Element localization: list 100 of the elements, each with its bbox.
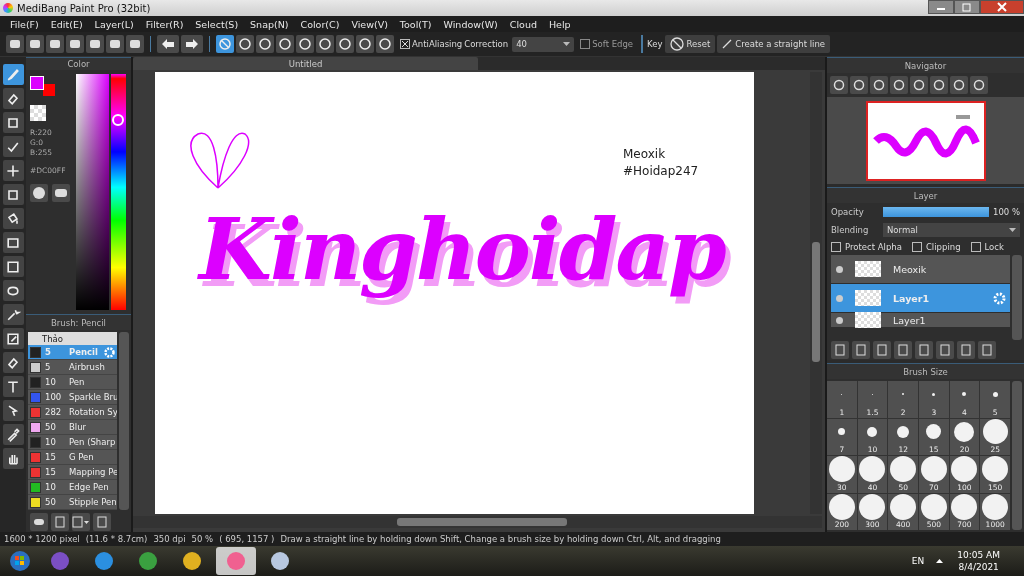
panel-title: Navigator [904,60,947,71]
visibility-dot-icon[interactable] [836,294,843,302]
canvas-text: Meoxik [623,146,667,163]
primary-color-swatch[interactable] [30,76,44,90]
document-icon[interactable] [93,513,111,531]
visibility-dot-icon[interactable] [836,316,843,324]
maximize-button[interactable] [954,0,980,14]
text-icon[interactable] [2,376,24,397]
brush-size: 15 [45,452,57,463]
menu-item[interactable]: File(F) [4,18,45,30]
brush-name: Sparkle Bru [69,392,117,403]
checkbox[interactable] [970,242,981,252]
brush-name: Edge Pen [69,482,109,493]
menu-item[interactable]: Snap(N) [244,18,295,30]
checkbox[interactable] [831,242,841,252]
menu-item[interactable]: Tool(T) [393,18,438,30]
canvas-thumbnail[interactable] [865,100,986,181]
square-icon[interactable] [2,112,24,133]
layer-row[interactable]: Layer1 [831,313,1010,327]
hue-slider-handle[interactable] [112,114,124,127]
redo-icon[interactable] [181,35,203,53]
menu-item[interactable]: Layer(L) [88,18,140,30]
checkbox-label: Soft Edge [592,39,634,49]
caret-icon [1009,228,1016,232]
window-title: MediBang Paint Pro (32bit) [17,2,151,14]
undo-icon[interactable] [157,35,179,53]
brush-size: 10 [45,377,57,388]
line-icon [722,39,733,49]
clock-date[interactable]: 8/4/2021 [958,561,999,573]
new-page-icon[interactable] [51,513,69,531]
brush-row[interactable]: 100 Sparkle Bru [28,390,117,406]
brush-size: 15 [45,467,57,478]
checkbox[interactable] [400,39,410,49]
saturation-gradient[interactable] [76,74,109,310]
language-indicator[interactable]: EN [911,556,925,566]
panel-title: Color [67,59,90,69]
checkbox-label: AntiAliasing [412,39,463,49]
hue-slider[interactable] [111,74,126,310]
scrollbar[interactable] [810,72,822,514]
new-page-icon[interactable] [831,341,849,359]
scrollbar[interactable] [119,332,129,510]
correction-dropdown[interactable]: 40 [512,36,575,52]
brush-row[interactable]: 50 Blur [28,420,117,436]
brush-row[interactable]: 282 Rotation Sy [28,405,117,421]
secondary-color-swatch[interactable] [43,84,55,96]
blending-label: Blending [831,225,870,235]
panel-title: Brush Size [903,366,948,377]
menu-item[interactable]: Color(C) [294,18,346,30]
clock-time[interactable]: 10:05 AM [957,549,1000,561]
correction-label: Correction [464,39,509,49]
checkbox-label: Protect Alpha [845,242,902,252]
straight-line-button[interactable]: Create a straight line [717,35,831,53]
menu-item[interactable]: View(V) [345,18,394,30]
checkbox[interactable] [580,39,591,49]
menu-item[interactable]: Select(S) [189,18,245,30]
opacity-value: 100 % [993,207,1020,217]
status-text: 350 dpi [153,534,186,544]
document-tab[interactable]: Untitled [133,57,478,70]
brush-row[interactable]: 15 Mapping Pe [28,465,117,481]
brush-name: Pencil [69,347,98,358]
forbidden-icon[interactable] [216,35,234,53]
brush-icon[interactable] [2,64,24,85]
hand-icon[interactable] [2,448,24,469]
blending-dropdown[interactable]: Normal [883,223,1020,237]
transparent-swatch[interactable] [30,105,46,121]
tray-arrow-icon[interactable] [936,559,944,563]
reset-button[interactable]: Reset [664,35,716,53]
brush-row[interactable]: 10 Pen [28,375,117,391]
brush-row[interactable]: 10 Edge Pen [28,480,117,496]
move-icon[interactable] [2,160,24,181]
visibility-dot-icon[interactable] [836,265,843,273]
brush-row[interactable]: 10 Pen (Sharp [28,435,117,451]
eyedropper-icon[interactable] [2,424,24,445]
menu-item[interactable]: Cloud [503,18,543,30]
menu-item[interactable]: Help [542,18,577,30]
layer-name: Layer1 [893,314,926,326]
brush-group-header[interactable]: Thảo [28,332,117,346]
status-text: 50 % [191,534,214,544]
layer-row[interactable]: Meoxik [831,255,1010,283]
menu-item[interactable]: Window(W) [437,18,504,30]
checkbox-label: Clipping [925,242,961,252]
scrollbar[interactable] [1012,381,1022,530]
scrollbar[interactable] [1012,255,1022,340]
brush-size: 50 [45,497,57,508]
menu-item[interactable]: Edit(E) [44,18,89,30]
status-text: ( 695, 1157 ) [219,534,275,544]
checkbox[interactable] [911,242,922,252]
eraser-icon[interactable] [2,88,24,109]
menu-item[interactable]: Filter(R) [139,18,190,30]
status-text: Draw a straight line by holding down Shift, Change a brush size by holding down Ctrl, Alt, and dragging [280,534,721,544]
app-logo-icon [3,3,13,13]
brush-row[interactable]: 50 Stipple Pen [28,495,117,510]
brush-row[interactable]: 5 Airbrush [28,360,117,376]
close-button[interactable] [980,0,1024,14]
scrollbar[interactable] [133,516,822,528]
opacity-slider[interactable] [883,207,989,217]
minimize-button[interactable] [928,0,954,14]
brush-row[interactable]: 15 G Pen [28,450,117,466]
document-icon[interactable] [86,35,104,53]
layer-thumbnail [855,261,881,277]
